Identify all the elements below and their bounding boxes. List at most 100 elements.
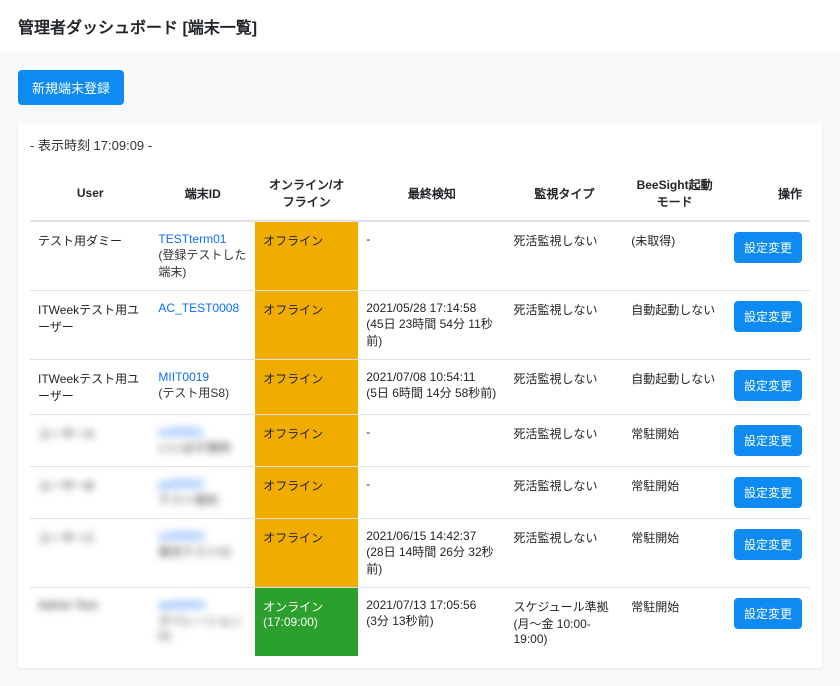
cell-user: ユーザーC [30, 519, 150, 588]
table-row: ユーザーAxx00001いいぼす事例オフライン-死活監視しない常駐開始設定変更 [30, 415, 810, 467]
terminal-id-link[interactable]: AC_TEST0008 [158, 301, 239, 315]
cell-terminal-id: xx00001いいぼす事例 [150, 415, 255, 467]
cell-monitor-type: スケジュール準拠(月～金 10:00-19:00) [505, 588, 623, 657]
monitor-type-label: 死活監視しない [513, 301, 615, 318]
cell-user: ITWeekテスト用ユーザー [30, 360, 150, 415]
cell-beesight-mode: 常駐開始 [623, 588, 726, 657]
cell-last-seen: 2021/07/13 17:05:56(3分 13秒前) [358, 588, 505, 657]
cell-last-seen: - [358, 415, 505, 467]
col-header-monitor-type: 監視タイプ [505, 166, 623, 221]
cell-action: 設定変更 [726, 588, 810, 657]
terminal-sub-label: オペレーション01 [158, 612, 247, 643]
monitor-type-label: スケジュール準拠 [513, 598, 615, 615]
table-row: ITWeekテスト用ユーザーMIIT0019(テスト用S8)オフライン2021/… [30, 360, 810, 415]
cell-last-seen: 2021/05/28 17:14:58(45日 23時間 54分 11秒前) [358, 291, 505, 360]
table-row: Admin Testaa00004オペレーション01オンライン(17:09:00… [30, 588, 810, 657]
terminal-table: User 端末ID オンライン/オフライン 最終検知 監視タイプ BeeSigh… [30, 166, 810, 656]
cell-action: 設定変更 [726, 221, 810, 291]
cell-terminal-id: MIIT0019(テスト用S8) [150, 360, 255, 415]
terminal-id-link[interactable]: zz00003 [158, 529, 203, 543]
col-header-last-seen: 最終検知 [358, 166, 505, 221]
user-label: ユーザーA [38, 427, 94, 441]
table-row: ユーザーC zz00003東京テスト01 オフライン2021/06/15 14:42… [30, 519, 810, 588]
cell-terminal-id: aa00004オペレーション01 [150, 588, 255, 657]
cell-monitor-type: 死活監視しない [505, 360, 623, 415]
user-label: ユーザーB [38, 479, 94, 493]
cell-beesight-mode: 常駐開始 [623, 519, 726, 588]
col-header-beesight-mode: BeeSight起動モード [623, 166, 726, 221]
cell-beesight-mode: 自動起動しない [623, 360, 726, 415]
cell-user: ITWeekテスト用ユーザー [30, 291, 150, 360]
terminal-sub-label: いいぼす事例 [158, 439, 247, 456]
change-settings-button[interactable]: 設定変更 [734, 529, 802, 560]
cell-last-seen: - [358, 467, 505, 519]
display-time-label: - 表示時刻 17:09:09 - [30, 135, 810, 154]
cell-status: オフライン [255, 221, 358, 291]
cell-terminal-id: yy00002テスト端末 [150, 467, 255, 519]
last-seen-sub: (3分 13秒前) [366, 612, 497, 629]
table-row: ITWeekテスト用ユーザーAC_TEST0008オフライン2021/05/28… [30, 291, 810, 360]
change-settings-button[interactable]: 設定変更 [734, 477, 802, 508]
cell-monitor-type: 死活監視しない [505, 519, 623, 588]
cell-terminal-id: TESTterm01(登録テストした端末) [150, 221, 255, 291]
cell-action: 設定変更 [726, 291, 810, 360]
user-label: ITWeekテスト用ユーザー [38, 303, 139, 334]
main-content: 新規端末登録 - 表示時刻 17:09:09 - User 端末ID オンライン… [0, 52, 840, 686]
cell-last-seen: 2021/06/15 14:42:37(28日 14時間 26分 32秒前) [358, 519, 505, 588]
cell-action: 設定変更 [726, 467, 810, 519]
user-label: ITWeekテスト用ユーザー [38, 372, 139, 403]
terminal-id-link[interactable]: TESTterm01 [158, 232, 226, 246]
change-settings-button[interactable]: 設定変更 [734, 598, 802, 629]
last-seen-sub: (5日 6時間 14分 58秒前) [366, 384, 497, 401]
user-label: テスト用ダミー [38, 234, 122, 248]
cell-action: 設定変更 [726, 519, 810, 588]
table-row: ユーザーByy00002テスト端末オフライン-死活監視しない常駐開始設定変更 [30, 467, 810, 519]
change-settings-button[interactable]: 設定変更 [734, 232, 802, 263]
last-seen-main: 2021/07/08 10:54:11 [366, 370, 497, 384]
cell-status: オフライン [255, 291, 358, 360]
page-title: 管理者ダッシュボード [端末一覧] [18, 14, 822, 38]
terminal-id-link[interactable]: MIIT0019 [158, 370, 209, 384]
monitor-type-label: 死活監視しない [513, 529, 615, 546]
cell-status: オフライン [255, 519, 358, 588]
monitor-type-label: 死活監視しない [513, 370, 615, 387]
last-seen-main: - [366, 425, 497, 439]
cell-user: ユーザーB [30, 467, 150, 519]
terminal-id-link[interactable]: yy00002 [158, 477, 203, 491]
cell-status: オフライン [255, 467, 358, 519]
last-seen-main: 2021/05/28 17:14:58 [366, 301, 497, 315]
terminal-sub-label: テスト端末 [158, 491, 247, 508]
cell-action: 設定変更 [726, 360, 810, 415]
terminal-id-link[interactable]: xx00001 [158, 425, 203, 439]
change-settings-button[interactable]: 設定変更 [734, 425, 802, 456]
terminal-list-card: - 表示時刻 17:09:09 - User 端末ID オンライン/オフライン … [18, 123, 822, 668]
cell-monitor-type: 死活監視しない [505, 221, 623, 291]
cell-status: オフライン [255, 415, 358, 467]
terminal-sub-label: 東京テスト01 [158, 543, 247, 560]
change-settings-button[interactable]: 設定変更 [734, 370, 802, 401]
cell-beesight-mode: (未取得) [623, 221, 726, 291]
cell-beesight-mode: 常駐開始 [623, 415, 726, 467]
last-seen-main: - [366, 477, 497, 491]
cell-user: Admin Test [30, 588, 150, 657]
register-terminal-button[interactable]: 新規端末登録 [18, 70, 124, 105]
last-seen-sub: (28日 14時間 26分 32秒前) [366, 543, 497, 577]
last-seen-main: - [366, 232, 497, 246]
cell-status: オンライン(17:09:00) [255, 588, 358, 657]
cell-last-seen: 2021/07/08 10:54:11(5日 6時間 14分 58秒前) [358, 360, 505, 415]
change-settings-button[interactable]: 設定変更 [734, 301, 802, 332]
register-row: 新規端末登録 [18, 70, 822, 105]
user-label: ユーザーC [38, 531, 94, 545]
terminal-sub-label: (登録テストした端末) [158, 246, 247, 280]
col-header-action: 操作 [726, 166, 810, 221]
table-row: テスト用ダミー TESTterm01(登録テストした端末)オフライン-死活監視しな… [30, 221, 810, 291]
monitor-type-label: 死活監視しない [513, 477, 615, 494]
cell-beesight-mode: 自動起動しない [623, 291, 726, 360]
cell-status: オフライン [255, 360, 358, 415]
col-header-user: User [30, 166, 150, 221]
cell-user: ユーザーA [30, 415, 150, 467]
last-seen-sub: (45日 23時間 54分 11秒前) [366, 315, 497, 349]
cell-user: テスト用ダミー [30, 221, 150, 291]
cell-action: 設定変更 [726, 415, 810, 467]
monitor-type-sub: (月～金 10:00-19:00) [513, 615, 615, 646]
